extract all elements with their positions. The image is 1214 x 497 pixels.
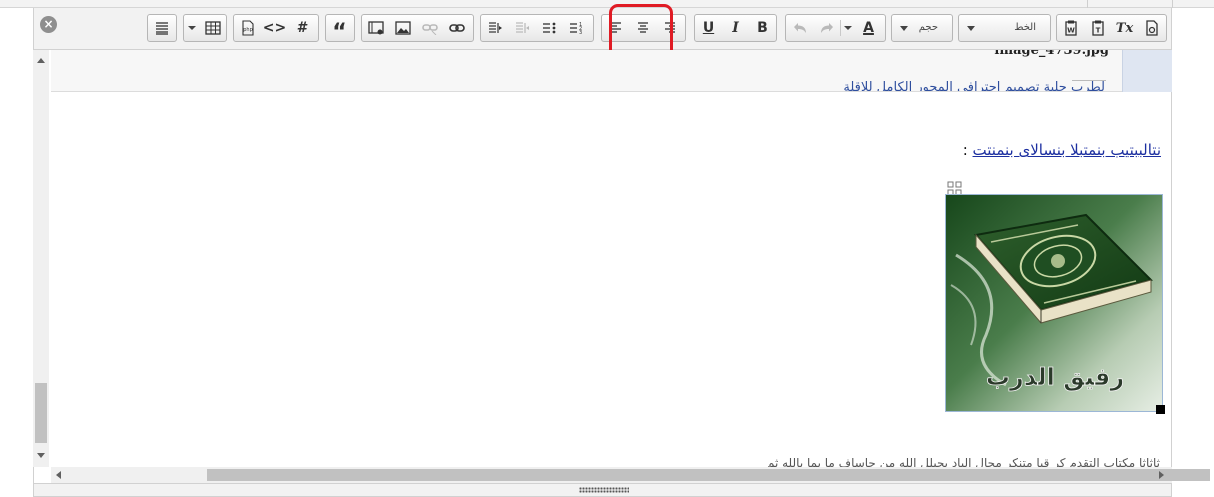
redo-button[interactable] (813, 15, 840, 41)
image-icon (394, 21, 411, 35)
blockquote-button[interactable]: “ (326, 15, 353, 45)
resize-handle[interactable] (1156, 405, 1165, 414)
link-button[interactable] (443, 15, 470, 41)
bullet-list-icon: 123 (569, 22, 582, 35)
strip-divider (1087, 0, 1088, 8)
remove-format-button[interactable]: Tx (1111, 15, 1138, 41)
link-icon (448, 24, 465, 32)
paragraph-text: نتالببتيب بنمتبلا بنسالاى بنمنتت (972, 141, 1161, 159)
undo-button[interactable] (786, 15, 813, 41)
templates-icon (1145, 20, 1158, 36)
code-group: php <> # (233, 14, 319, 42)
source-group (147, 14, 177, 42)
svg-text:W: W (1067, 27, 1075, 35)
ordered-list-icon (542, 22, 555, 34)
horizontal-scroll-thumb[interactable] (207, 469, 1210, 481)
outdent-button[interactable] (508, 15, 535, 41)
chevron-down-icon (844, 26, 852, 30)
scroll-down-icon[interactable] (37, 453, 45, 458)
chevron-down-icon (187, 26, 196, 30)
scroll-right-icon[interactable] (1159, 471, 1164, 479)
image-caption: رفيق الدرب (986, 363, 1124, 391)
close-icon[interactable]: × (40, 16, 57, 33)
font-family-label: الخط (1014, 22, 1036, 33)
vertical-scroll-thumb[interactable] (35, 383, 47, 443)
table-group (183, 14, 227, 42)
quran-image[interactable]: رفيق الدرب (945, 194, 1163, 412)
italic-button[interactable]: I (722, 15, 749, 41)
editor-statusbar (33, 483, 1172, 497)
resize-grip-icon[interactable] (579, 487, 629, 493)
unlink-icon (421, 24, 438, 35)
ordered-list-button[interactable] (535, 15, 562, 41)
preview-strip: image_4739.jpg لطرب حلبة تصميم احترافي ا… (51, 50, 1161, 92)
font-color-dropdown-button[interactable] (841, 15, 855, 41)
paragraph-colon: : (962, 141, 973, 159)
media-button[interactable] (362, 15, 389, 41)
table-dropdown-button[interactable] (184, 15, 200, 41)
php-button[interactable]: php (234, 15, 261, 41)
image-button[interactable] (389, 15, 416, 41)
format-group: U I B (694, 14, 777, 42)
font-family-select[interactable]: الخط (958, 14, 1051, 42)
templates-button[interactable] (1138, 15, 1165, 41)
vertical-scrollbar[interactable] (33, 50, 49, 467)
source-icon (155, 22, 168, 35)
unlink-button[interactable] (416, 15, 443, 41)
preview-side-panel (1122, 50, 1172, 92)
svg-text:T: T (1095, 27, 1100, 35)
indent-button[interactable] (481, 15, 508, 41)
scroll-left-icon[interactable] (56, 471, 61, 479)
paste-group: W T Tx (1056, 14, 1167, 42)
chevron-down-icon (967, 26, 975, 31)
paste-text-icon: T (1091, 20, 1104, 36)
undo-icon (793, 23, 806, 33)
quote-group: “ (325, 14, 355, 45)
svg-text:3: 3 (579, 30, 582, 35)
insert-group (361, 14, 474, 42)
indent-icon (488, 22, 502, 33)
paste-word-button[interactable]: W (1057, 15, 1084, 41)
code-button[interactable]: <> (261, 15, 288, 41)
paste-text-button[interactable]: T (1084, 15, 1111, 41)
bullet-list-button[interactable]: 123 (562, 15, 589, 41)
source-button[interactable] (148, 15, 175, 41)
font-size-label: حجم (918, 22, 938, 33)
svg-text:php: php (243, 27, 253, 33)
chevron-down-icon (900, 26, 908, 31)
table-button[interactable] (200, 15, 226, 41)
font-color-button[interactable]: A (855, 15, 882, 41)
horizontal-scrollbar[interactable] (51, 467, 1210, 483)
content-bottom-line: ثاثاثا مكتاب التقدم كر قبا متنكر مجال ال… (766, 456, 1160, 467)
scroll-up-icon[interactable] (37, 58, 45, 63)
outdent-icon (515, 22, 529, 33)
font-size-select[interactable]: حجم (891, 14, 953, 42)
history-color-group: A (785, 14, 886, 42)
underline-button[interactable]: U (695, 15, 722, 41)
content-paragraph[interactable]: نتالببتيب بنمتبلا بنسالاى بنمنتت : (963, 141, 1161, 159)
redo-icon (820, 23, 833, 33)
paste-word-icon: W (1064, 20, 1077, 36)
php-icon: php (241, 20, 254, 36)
hash-button[interactable]: # (288, 15, 315, 41)
book-illustration: رفيق الدرب (946, 195, 1162, 411)
preview-cut-line: لطرب حلبة تصميم احترافي المحور الكامل لل… (843, 80, 1105, 92)
table-icon (205, 21, 221, 35)
bold-button[interactable]: B (749, 15, 776, 41)
media-icon (367, 21, 384, 35)
list-group: 123 (480, 14, 594, 42)
strip-divider (1172, 0, 1173, 8)
image-filename: image_4739.jpg (994, 50, 1109, 58)
top-strip (0, 0, 1214, 8)
